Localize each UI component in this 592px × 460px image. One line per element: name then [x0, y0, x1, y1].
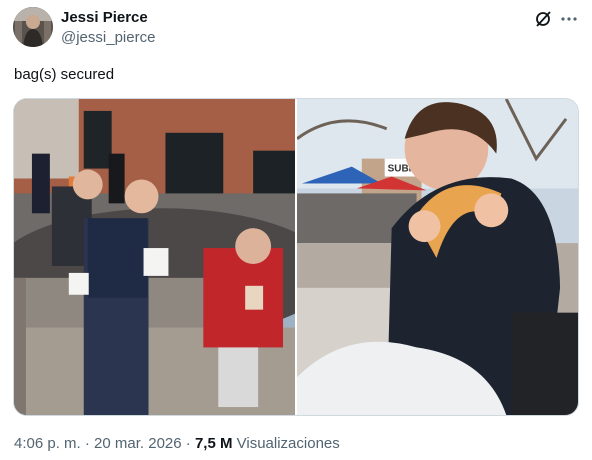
media-grid: SUBMARINE: [13, 98, 579, 416]
meta-separator: ·: [84, 435, 90, 452]
views-label: Visualizaciones: [236, 435, 340, 452]
photo-kids-fountain[interactable]: [14, 99, 295, 415]
photo-kids-fountain-image: [14, 99, 295, 415]
more-dots-icon: [561, 17, 577, 21]
author-name[interactable]: Jessi Pierce: [61, 9, 148, 27]
photo-boy-eating-image: SUBMARINE: [297, 99, 578, 415]
author-handle[interactable]: @jessi_pierce: [61, 29, 155, 47]
meta-separator: ·: [185, 435, 191, 452]
tweet-text: bag(s) secured: [14, 66, 115, 83]
tweet-date[interactable]: 20 mar. 2026: [94, 435, 182, 452]
tweet-time[interactable]: 4:06 p. m.: [14, 435, 81, 452]
views-count: 7,5 M: [194, 435, 233, 452]
tweet-meta: 4:06 p. m. · 20 mar. 2026 · 7,5 M Visual…: [14, 434, 340, 454]
more-options-button[interactable]: [558, 8, 580, 30]
grok-button[interactable]: [532, 8, 554, 30]
avatar-image: [13, 7, 53, 47]
grok-icon: [536, 11, 551, 27]
photo-boy-eating[interactable]: SUBMARINE: [297, 99, 578, 415]
avatar[interactable]: [13, 7, 53, 47]
